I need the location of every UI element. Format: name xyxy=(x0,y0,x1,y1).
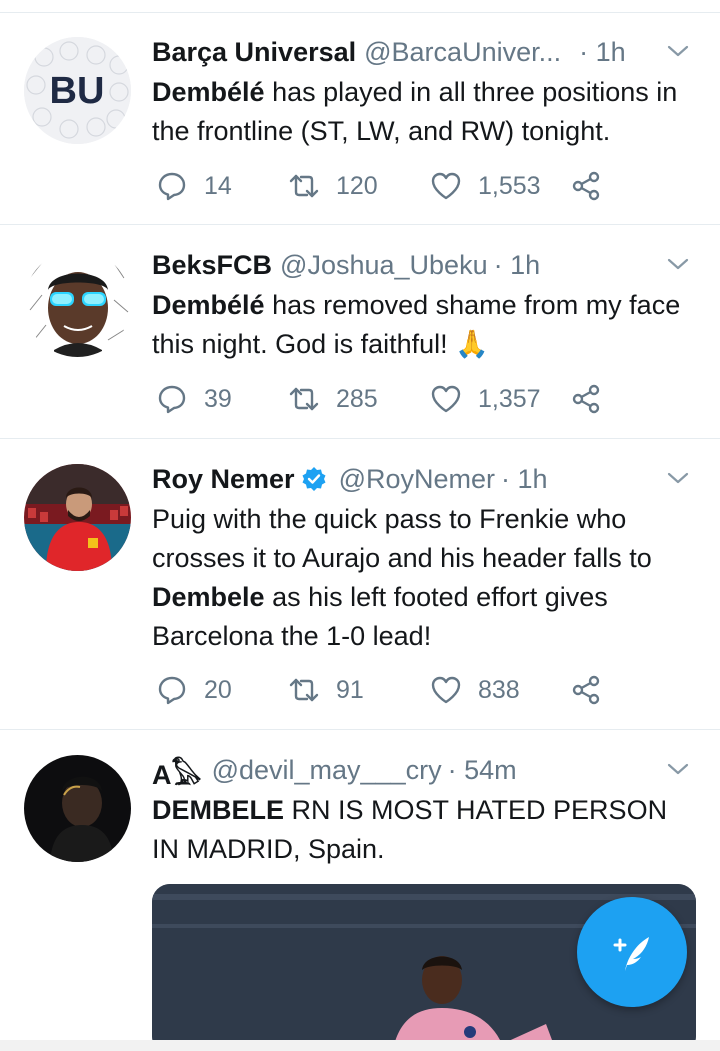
reply-count: 14 xyxy=(204,171,232,200)
avatar[interactable] xyxy=(24,464,131,571)
retweet-button[interactable]: 285 xyxy=(288,383,430,415)
like-icon xyxy=(431,676,461,704)
display-name[interactable]: A𓅃 xyxy=(152,753,202,788)
retweet-icon xyxy=(289,387,319,411)
tweet-text: Dembélé has played in all three position… xyxy=(152,73,692,151)
highlighted-word: Dembélé xyxy=(152,77,265,107)
retweet-icon xyxy=(289,678,319,702)
retweet-count: 120 xyxy=(336,171,378,200)
display-name[interactable]: Barça Universal xyxy=(152,37,356,68)
share-button[interactable] xyxy=(570,674,602,706)
like-icon xyxy=(431,172,461,200)
tweet-roy-nemer[interactable]: Roy Nemer @RoyNemer · 1h Puig with the q… xyxy=(0,440,720,730)
tweet-text: Dembélé has removed shame from my face t… xyxy=(152,286,692,364)
reply-button[interactable]: 14 xyxy=(156,170,288,202)
share-button[interactable] xyxy=(570,383,602,415)
retweet-button[interactable]: 91 xyxy=(288,674,430,706)
verified-badge-icon xyxy=(302,467,326,491)
like-count: 1,357 xyxy=(478,384,541,413)
like-count: 1,553 xyxy=(478,171,541,200)
avatar[interactable] xyxy=(24,755,131,862)
user-handle[interactable]: @BarcaUniver... xyxy=(364,37,561,68)
like-count: 838 xyxy=(478,675,520,704)
tweet-text: Puig with the quick pass to Frenkie who … xyxy=(152,500,692,656)
share-icon xyxy=(572,171,600,201)
share-icon xyxy=(572,384,600,414)
timestamp[interactable]: · 1h xyxy=(494,250,541,281)
reply-count: 39 xyxy=(204,384,232,413)
retweet-button[interactable]: 120 xyxy=(288,170,430,202)
svg-text:BU: BU xyxy=(50,70,105,112)
tweet-text-intro: Puig with the quick pass to Frenkie who … xyxy=(152,504,652,573)
highlighted-word: Dembélé xyxy=(152,290,265,320)
retweet-icon xyxy=(289,174,319,198)
highlighted-word: DEMBELE xyxy=(152,795,285,825)
user-handle[interactable]: @RoyNemer xyxy=(339,464,495,495)
chevron-down-icon[interactable] xyxy=(664,755,692,783)
like-button[interactable]: 1,357 xyxy=(430,383,570,415)
chevron-down-icon[interactable] xyxy=(664,37,692,65)
reply-icon xyxy=(158,385,186,414)
timestamp[interactable]: · 1h xyxy=(579,37,626,68)
user-handle[interactable]: @devil_may___cry xyxy=(212,755,442,786)
tweet-header: Roy Nemer @RoyNemer · 1h xyxy=(152,462,692,496)
display-name[interactable]: Roy Nemer xyxy=(152,464,295,495)
like-icon xyxy=(431,385,461,413)
share-icon xyxy=(572,675,600,705)
tweet-text: DEMBELE RN IS MOST HATED PERSON IN MADRI… xyxy=(152,791,692,869)
like-button[interactable]: 1,553 xyxy=(430,170,570,202)
retweet-count: 91 xyxy=(336,675,364,704)
timestamp[interactable]: · 1h xyxy=(501,464,548,495)
avatar[interactable] xyxy=(24,250,131,357)
user-handle[interactable]: @Joshua_Ubeku xyxy=(280,250,488,281)
reply-count: 20 xyxy=(204,675,232,704)
reply-button[interactable]: 39 xyxy=(156,383,288,415)
reply-button[interactable]: 20 xyxy=(156,674,288,706)
compose-tweet-icon xyxy=(613,937,649,971)
avatar[interactable]: BU xyxy=(24,37,131,144)
tweet-header: Barça Universal @BarcaUniver... · 1h xyxy=(152,35,692,69)
share-button[interactable] xyxy=(570,170,602,202)
chevron-down-icon[interactable] xyxy=(664,464,692,492)
tweet-barca-universal[interactable]: BU Barça Universal @BarcaUniver... · 1h … xyxy=(0,13,720,225)
timestamp[interactable]: · 54m xyxy=(448,755,517,786)
like-button[interactable]: 838 xyxy=(430,674,570,706)
bottom-nav-edge xyxy=(0,1040,720,1051)
highlighted-word: Dembele xyxy=(152,582,265,612)
chevron-down-icon[interactable] xyxy=(664,250,692,278)
reply-icon xyxy=(158,172,186,201)
tweet-header: A𓅃 @devil_may___cry · 54m xyxy=(152,753,692,788)
reply-icon xyxy=(158,676,186,705)
tweet-beksfcb[interactable]: BeksFCB @Joshua_Ubeku · 1h Dembélé has r… xyxy=(0,226,720,439)
display-name[interactable]: BeksFCB xyxy=(152,250,272,281)
compose-tweet-button[interactable] xyxy=(577,897,687,1007)
retweet-count: 285 xyxy=(336,384,378,413)
tweet-header: BeksFCB @Joshua_Ubeku · 1h xyxy=(152,248,692,282)
